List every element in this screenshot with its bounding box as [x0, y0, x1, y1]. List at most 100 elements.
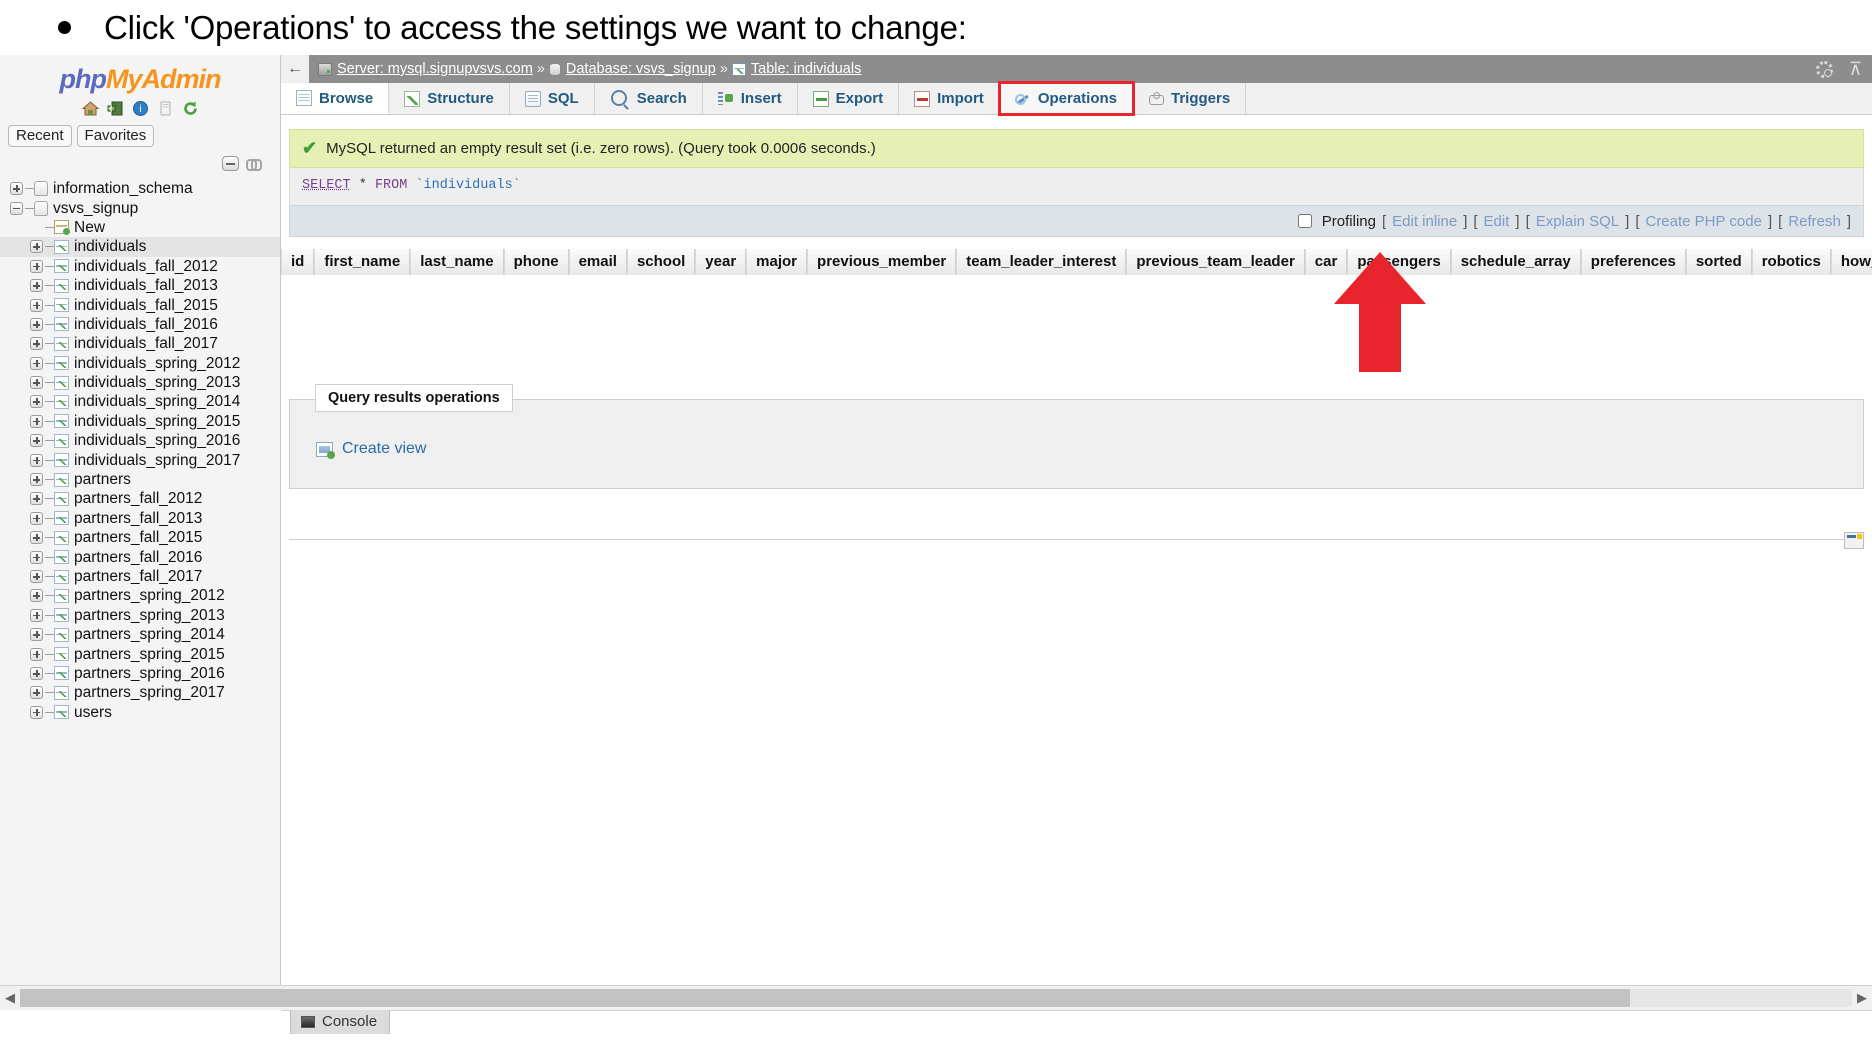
tree-item-individuals-spring-2012[interactable]: individuals_spring_2012	[0, 354, 280, 373]
collapse-navigation-icon[interactable]: ⊼	[1849, 60, 1862, 78]
breadcrumb-database[interactable]: Database: vsvs_signup	[548, 61, 716, 77]
expand-icon[interactable]	[30, 531, 43, 545]
tree-item-individuals-fall-2017[interactable]: individuals_fall_2017	[0, 334, 280, 353]
tab-triggers[interactable]: Triggers	[1133, 83, 1247, 114]
favorites-chip[interactable]: Favorites	[76, 125, 155, 147]
tab-import[interactable]: Import	[899, 83, 1000, 114]
tree-item-partners-spring-2016[interactable]: partners_spring_2016	[0, 664, 280, 683]
tree-item-individuals-spring-2013[interactable]: individuals_spring_2013	[0, 373, 280, 392]
column-header[interactable]: previous_member	[807, 249, 957, 275]
scrollbar-track[interactable]	[20, 989, 1852, 1007]
column-header[interactable]: preferences	[1580, 249, 1686, 275]
horizontal-scrollbar[interactable]: ◀ ▶	[0, 985, 1872, 1010]
expand-icon[interactable]	[30, 259, 43, 273]
column-header[interactable]: passengers	[1347, 249, 1451, 275]
tree-item-information-schema[interactable]: information_schema	[0, 179, 280, 198]
column-header[interactable]: major	[746, 249, 808, 275]
column-header[interactable]: previous_team_leader	[1126, 249, 1305, 275]
recent-chip[interactable]: Recent	[8, 125, 72, 147]
expand-icon[interactable]	[30, 705, 43, 719]
reload-icon[interactable]	[181, 99, 200, 118]
phpmyadmin-logo[interactable]: phpMyAdmin	[0, 55, 280, 95]
scroll-left-arrow[interactable]: ◀	[0, 990, 20, 1006]
edit-link[interactable]: Edit	[1484, 213, 1510, 230]
expand-icon[interactable]	[30, 279, 43, 293]
column-header[interactable]: id	[281, 249, 315, 275]
tree-item-individuals-spring-2014[interactable]: individuals_spring_2014	[0, 392, 280, 411]
tree-item-partners-spring-2017[interactable]: partners_spring_2017	[0, 683, 280, 702]
tab-search[interactable]: Search	[594, 83, 703, 114]
tree-item-individuals[interactable]: individuals	[0, 237, 280, 257]
column-header[interactable]: sorted	[1685, 249, 1752, 275]
create-php-code-link[interactable]: Create PHP code	[1645, 213, 1761, 230]
expand-icon[interactable]	[30, 240, 43, 254]
tree-item-partners-fall-2015[interactable]: partners_fall_2015	[0, 528, 280, 547]
expand-icon[interactable]	[30, 376, 43, 390]
console-tab[interactable]: Console	[290, 1009, 391, 1034]
column-header[interactable]: year	[695, 249, 747, 275]
docs-icon[interactable]: i	[131, 99, 150, 118]
expand-icon[interactable]	[30, 395, 43, 409]
expand-icon[interactable]	[30, 666, 43, 680]
column-header[interactable]: phone	[503, 249, 569, 275]
tree-item-partners-spring-2012[interactable]: partners_spring_2012	[0, 586, 280, 605]
breadcrumb-table[interactable]: Table: individuals	[731, 61, 861, 77]
tab-operations[interactable]: Operations	[997, 81, 1136, 116]
breadcrumb-server[interactable]: Server: mysql.signupvsvs.com	[318, 61, 533, 77]
tree-item-partners-spring-2015[interactable]: partners_spring_2015	[0, 644, 280, 663]
panel-expand-icon[interactable]	[1844, 532, 1864, 549]
column-header[interactable]: robotics	[1751, 249, 1831, 275]
collapse-icon[interactable]	[10, 201, 23, 215]
explain-sql-link[interactable]: Explain SQL	[1536, 213, 1619, 230]
column-header[interactable]: car	[1304, 249, 1348, 275]
expand-icon[interactable]	[30, 356, 43, 370]
expand-icon[interactable]	[30, 628, 43, 642]
back-arrow-button[interactable]: ←	[281, 55, 309, 83]
tree-item-vsvs-signup[interactable]: vsvs_signup	[0, 198, 280, 217]
tab-export[interactable]: Export	[797, 83, 900, 114]
home-icon[interactable]	[81, 99, 100, 118]
link-with-main-panel-icon[interactable]	[246, 158, 262, 171]
collapse-all-icon[interactable]	[222, 156, 239, 171]
edit-inline-link[interactable]: Edit inline	[1392, 213, 1457, 230]
tree-item-individuals-spring-2017[interactable]: individuals_spring_2017	[0, 450, 280, 469]
profiling-checkbox[interactable]	[1297, 214, 1312, 228]
column-header[interactable]: how_heard	[1830, 249, 1872, 275]
expand-icon[interactable]	[30, 589, 43, 603]
logout-icon[interactable]	[106, 99, 125, 118]
tree-item-New[interactable]: New	[0, 218, 280, 237]
tree-item-partners-fall-2013[interactable]: partners_fall_2013	[0, 509, 280, 528]
column-header[interactable]: schedule_array	[1450, 249, 1581, 275]
expand-icon[interactable]	[10, 182, 23, 196]
expand-icon[interactable]	[30, 434, 43, 448]
tree-item-individuals-fall-2015[interactable]: individuals_fall_2015	[0, 295, 280, 314]
tree-item-individuals-fall-2016[interactable]: individuals_fall_2016	[0, 315, 280, 334]
expand-icon[interactable]	[30, 686, 43, 700]
tab-insert[interactable]: Insert	[702, 83, 798, 114]
tree-item-partners-fall-2016[interactable]: partners_fall_2016	[0, 547, 280, 566]
tree-item-partners[interactable]: partners	[0, 470, 280, 489]
expand-icon[interactable]	[30, 337, 43, 351]
tree-item-partners-spring-2014[interactable]: partners_spring_2014	[0, 625, 280, 644]
expand-icon[interactable]	[30, 550, 43, 564]
scroll-right-arrow[interactable]: ▶	[1852, 990, 1872, 1006]
expand-icon[interactable]	[30, 317, 43, 331]
expand-icon[interactable]	[30, 647, 43, 661]
column-header[interactable]: last_name	[410, 249, 504, 275]
wiki-icon[interactable]	[156, 99, 175, 118]
expand-icon[interactable]	[30, 453, 43, 467]
expand-icon[interactable]	[30, 414, 43, 428]
column-header[interactable]: team_leader_interest	[956, 249, 1127, 275]
expand-icon[interactable]	[30, 511, 43, 525]
expand-icon[interactable]	[30, 473, 43, 487]
tree-item-individuals-spring-2016[interactable]: individuals_spring_2016	[0, 431, 280, 450]
column-header[interactable]: school	[626, 249, 696, 275]
column-header[interactable]: first_name	[314, 249, 411, 275]
tree-item-partners-fall-2017[interactable]: partners_fall_2017	[0, 567, 280, 586]
gear-icon[interactable]	[1815, 60, 1833, 78]
tree-item-partners-fall-2012[interactable]: partners_fall_2012	[0, 489, 280, 508]
tab-sql[interactable]: SQL	[509, 83, 595, 114]
column-header[interactable]: email	[568, 249, 627, 275]
tree-item-individuals-fall-2013[interactable]: individuals_fall_2013	[0, 276, 280, 295]
expand-icon[interactable]	[30, 298, 43, 312]
